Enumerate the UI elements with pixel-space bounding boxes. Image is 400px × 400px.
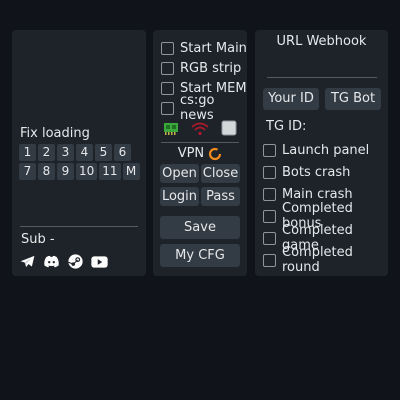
number-button-9[interactable]: 9 [57,163,74,180]
rgb-strip-checkbox[interactable] [161,61,174,75]
checkbox-label: Main crash [282,186,353,202]
checkbox-label: Start Main [180,40,247,56]
checkbox-label: cs:go news [180,93,215,123]
launch-panel-checkbox[interactable] [263,143,276,157]
open-button[interactable]: Open [160,164,199,183]
csgo-news-checkbox[interactable] [161,101,174,115]
launch-panel-checkbox-row[interactable]: Launch panel [263,139,388,161]
start-main-checkbox-row[interactable]: Start Main [161,38,247,58]
telegram-icon[interactable] [19,253,36,270]
memory-chip-icon[interactable] [163,121,179,140]
start-main-checkbox[interactable] [161,41,174,55]
number-button-11[interactable]: 11 [99,163,121,180]
completed-bonus-checkbox[interactable] [263,209,276,223]
notification-checkbox-list: Launch panel Bots crash Main crash Compl… [263,139,388,275]
checkbox-label: Completed round [282,245,353,275]
tg-bot-button[interactable]: TG Bot [325,88,381,110]
controls-panel: Start Main RGB strip Start MEM cs:go new… [153,30,247,276]
main-crash-checkbox[interactable] [263,187,276,201]
number-row-2: 7 8 9 10 11 M [19,163,143,180]
save-button[interactable]: Save [160,216,240,239]
steam-icon[interactable] [67,253,84,270]
checkbox-label: Bots crash [282,164,351,180]
webhook-panel: URL Webhook Your ID TG Bot TG ID: Launch… [255,30,388,276]
number-button-3[interactable]: 3 [57,144,74,161]
sub-label: Sub - [21,232,55,247]
completed-game-checkbox[interactable] [263,231,276,245]
vpn-label: VPN [177,146,205,161]
discord-icon[interactable] [43,253,60,270]
url-webhook-title: URL Webhook [276,34,367,49]
vpn-row: VPN [153,146,247,161]
your-id-button[interactable]: Your ID [263,88,319,110]
completed-round-checkbox[interactable] [263,253,276,267]
checkbox-label: Launch panel [282,142,370,158]
number-button-m[interactable]: M [122,163,140,180]
tg-id-label: TG ID: [266,119,307,134]
url-webhook-input-line[interactable] [267,77,377,78]
checkbox-label: RGB strip [180,60,242,76]
divider [20,226,138,227]
number-row-1: 1 2 3 4 5 6 [19,144,143,161]
number-button-10[interactable]: 10 [76,163,98,180]
number-grid: 1 2 3 4 5 6 7 8 9 10 11 M [19,144,143,182]
feature-checkbox-list: Start Main RGB strip Start MEM cs:go new… [161,38,247,123]
social-links [19,253,108,270]
divider [161,142,239,143]
fix-loading-title: Fix loading [20,126,90,141]
number-button-8[interactable]: 8 [38,163,55,180]
rgb-strip-checkbox-row[interactable]: RGB strip [161,58,247,78]
number-button-1[interactable]: 1 [19,144,36,161]
status-icon-row [163,120,237,140]
bots-crash-checkbox-row[interactable]: Bots crash [263,161,388,183]
pass-button[interactable]: Pass [201,187,240,206]
number-button-6[interactable]: 6 [114,144,131,161]
number-button-4[interactable]: 4 [76,144,93,161]
number-button-2[interactable]: 2 [38,144,55,161]
number-button-7[interactable]: 7 [19,163,36,180]
login-button[interactable]: Login [160,187,199,206]
bots-crash-checkbox[interactable] [263,165,276,179]
number-button-5[interactable]: 5 [95,144,112,161]
completed-round-checkbox-row[interactable]: Completed round [263,245,388,275]
wifi-icon[interactable] [191,121,209,140]
my-cfg-button[interactable]: My CFG [160,244,240,267]
csgo-news-checkbox-row[interactable]: cs:go news [161,93,247,123]
square-icon[interactable] [221,120,237,140]
vpn-status-icon[interactable] [208,146,222,161]
close-button[interactable]: Close [201,164,240,183]
youtube-icon[interactable] [91,253,108,270]
fix-loading-panel: Fix loading 1 2 3 4 5 6 7 8 9 10 11 M Su… [12,30,146,276]
start-mem-checkbox[interactable] [161,81,174,95]
